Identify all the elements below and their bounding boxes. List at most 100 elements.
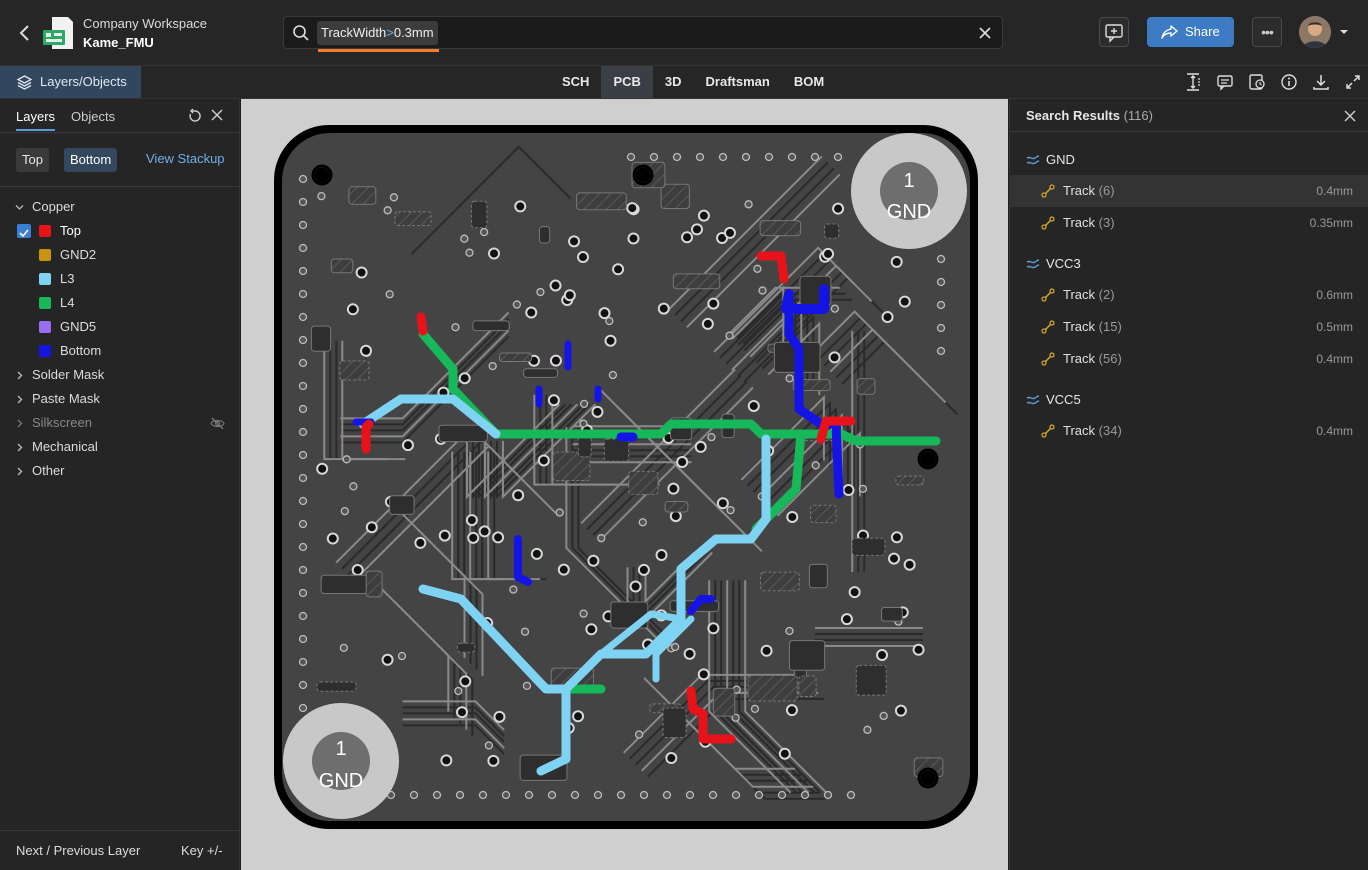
via — [438, 529, 451, 542]
layer-row-l3[interactable]: L3 — [0, 267, 239, 291]
via — [381, 653, 394, 666]
via — [298, 680, 308, 690]
via — [383, 206, 392, 215]
history-icon[interactable] — [1248, 72, 1266, 92]
via — [936, 300, 946, 310]
user-avatar[interactable] — [1299, 16, 1331, 48]
group-other[interactable]: Other — [0, 459, 239, 483]
layer-label: GND2 — [60, 247, 97, 262]
net-icon — [1026, 395, 1040, 405]
track-icon — [1041, 424, 1055, 438]
result-row[interactable]: Track (15) 0.5mm — [1010, 311, 1368, 343]
via — [298, 358, 308, 368]
component-pad — [438, 424, 488, 443]
via — [492, 531, 505, 544]
more-options-button[interactable]: ••• — [1252, 17, 1282, 47]
download-icon[interactable] — [1312, 72, 1330, 92]
net-row-gnd[interactable]: GND — [1010, 146, 1368, 174]
tab-3d[interactable]: 3D — [653, 66, 694, 98]
tab-layers[interactable]: Layers — [16, 109, 56, 131]
result-row[interactable]: Track (3) 0.35mm — [1010, 207, 1368, 239]
layers-objects-toggle[interactable]: Layers/Objects — [0, 66, 141, 98]
layer-row-gnd2[interactable]: GND2 — [0, 243, 239, 267]
via — [639, 790, 649, 800]
layer-checkbox[interactable] — [17, 224, 31, 238]
chevron-down-icon[interactable] — [1339, 27, 1349, 37]
via — [649, 152, 659, 162]
pcb-board[interactable]: 1 GND 1 GND — [241, 99, 1008, 870]
via — [298, 381, 308, 391]
layer-row-gnd5[interactable]: GND5 — [0, 315, 239, 339]
component-pad — [672, 273, 721, 290]
search-query-chip[interactable]: TrackWidth>0.3mm — [317, 21, 438, 45]
via — [298, 519, 308, 529]
via — [479, 227, 489, 237]
via — [514, 200, 527, 213]
component-pad — [788, 640, 826, 671]
group-mechanical[interactable]: Mechanical — [0, 435, 239, 459]
group-silkscreen[interactable]: Silkscreen — [0, 411, 239, 435]
share-button[interactable]: Share — [1147, 17, 1234, 47]
tab-draftsman[interactable]: Draftsman — [694, 66, 782, 98]
view-stackup-link[interactable]: View Stackup — [146, 151, 225, 166]
via — [298, 197, 308, 207]
result-count: (3) — [1098, 215, 1115, 230]
component-pad — [628, 470, 659, 495]
add-comment-button[interactable] — [1099, 17, 1129, 47]
measure-icon[interactable] — [1184, 72, 1202, 92]
layer-row-top[interactable]: Top — [0, 219, 239, 243]
via — [665, 752, 678, 765]
top-side-button[interactable]: Top — [16, 148, 49, 172]
pcb-canvas[interactable]: 1 GND 1 GND — [241, 99, 1008, 870]
result-row[interactable]: Track (2) 0.6mm — [1010, 279, 1368, 311]
layer-row-l4[interactable]: L4 — [0, 291, 239, 315]
close-icon[interactable] — [211, 109, 223, 121]
search-box[interactable]: TrackWidth>0.3mm — [283, 16, 1003, 49]
tab-bom[interactable]: BOM — [782, 66, 836, 98]
fullscreen-icon[interactable] — [1344, 72, 1362, 92]
via — [585, 623, 598, 636]
eye-off-icon[interactable] — [210, 417, 225, 430]
result-width: 0.35mm — [1309, 216, 1353, 230]
via — [708, 790, 718, 800]
component-pad — [538, 226, 551, 244]
result-row[interactable]: Track (6) 0.4mm — [1010, 175, 1368, 207]
via — [833, 152, 843, 162]
clear-search-icon[interactable] — [976, 24, 994, 42]
info-icon[interactable] — [1280, 72, 1298, 92]
via — [579, 609, 588, 618]
comments-icon[interactable] — [1216, 72, 1234, 92]
via — [894, 704, 907, 717]
result-row[interactable]: Track (34) 0.4mm — [1010, 415, 1368, 447]
back-chevron-icon[interactable] — [14, 20, 36, 46]
tab-sch[interactable]: SCH — [550, 66, 601, 98]
result-row[interactable]: Track (56) 0.4mm — [1010, 343, 1368, 375]
layer-color-swatch — [39, 345, 51, 357]
via — [460, 234, 469, 243]
group-solder-mask[interactable]: Solder Mask — [0, 363, 239, 387]
via — [579, 419, 588, 428]
result-count: (2) — [1098, 287, 1115, 302]
result-width: 0.5mm — [1316, 320, 1353, 334]
reset-icon[interactable] — [187, 108, 203, 124]
result-label: Track — [1063, 351, 1096, 366]
via — [787, 152, 797, 162]
net-row-vcc5[interactable]: VCC5 — [1010, 386, 1368, 414]
tab-pcb[interactable]: PCB — [601, 66, 653, 98]
via — [298, 657, 308, 667]
layer-row-bottom[interactable]: Bottom — [0, 339, 239, 363]
close-icon[interactable] — [1344, 110, 1356, 122]
tab-objects[interactable]: Objects — [71, 109, 115, 131]
via — [697, 668, 710, 681]
result-count: (15) — [1098, 319, 1122, 334]
pad-number: 1 — [903, 170, 914, 192]
via — [414, 536, 427, 549]
group-copper[interactable]: Copper — [0, 195, 239, 219]
mounting-hole[interactable]: 1 GND — [851, 133, 967, 249]
group-paste-mask[interactable]: Paste Mask — [0, 387, 239, 411]
mounting-hole[interactable]: 1 GND — [283, 703, 399, 819]
net-row-vcc3[interactable]: VCC3 — [1010, 250, 1368, 278]
via — [587, 554, 600, 567]
comment-plus-icon — [1105, 24, 1123, 43]
bottom-side-button[interactable]: Bottom — [64, 148, 118, 172]
